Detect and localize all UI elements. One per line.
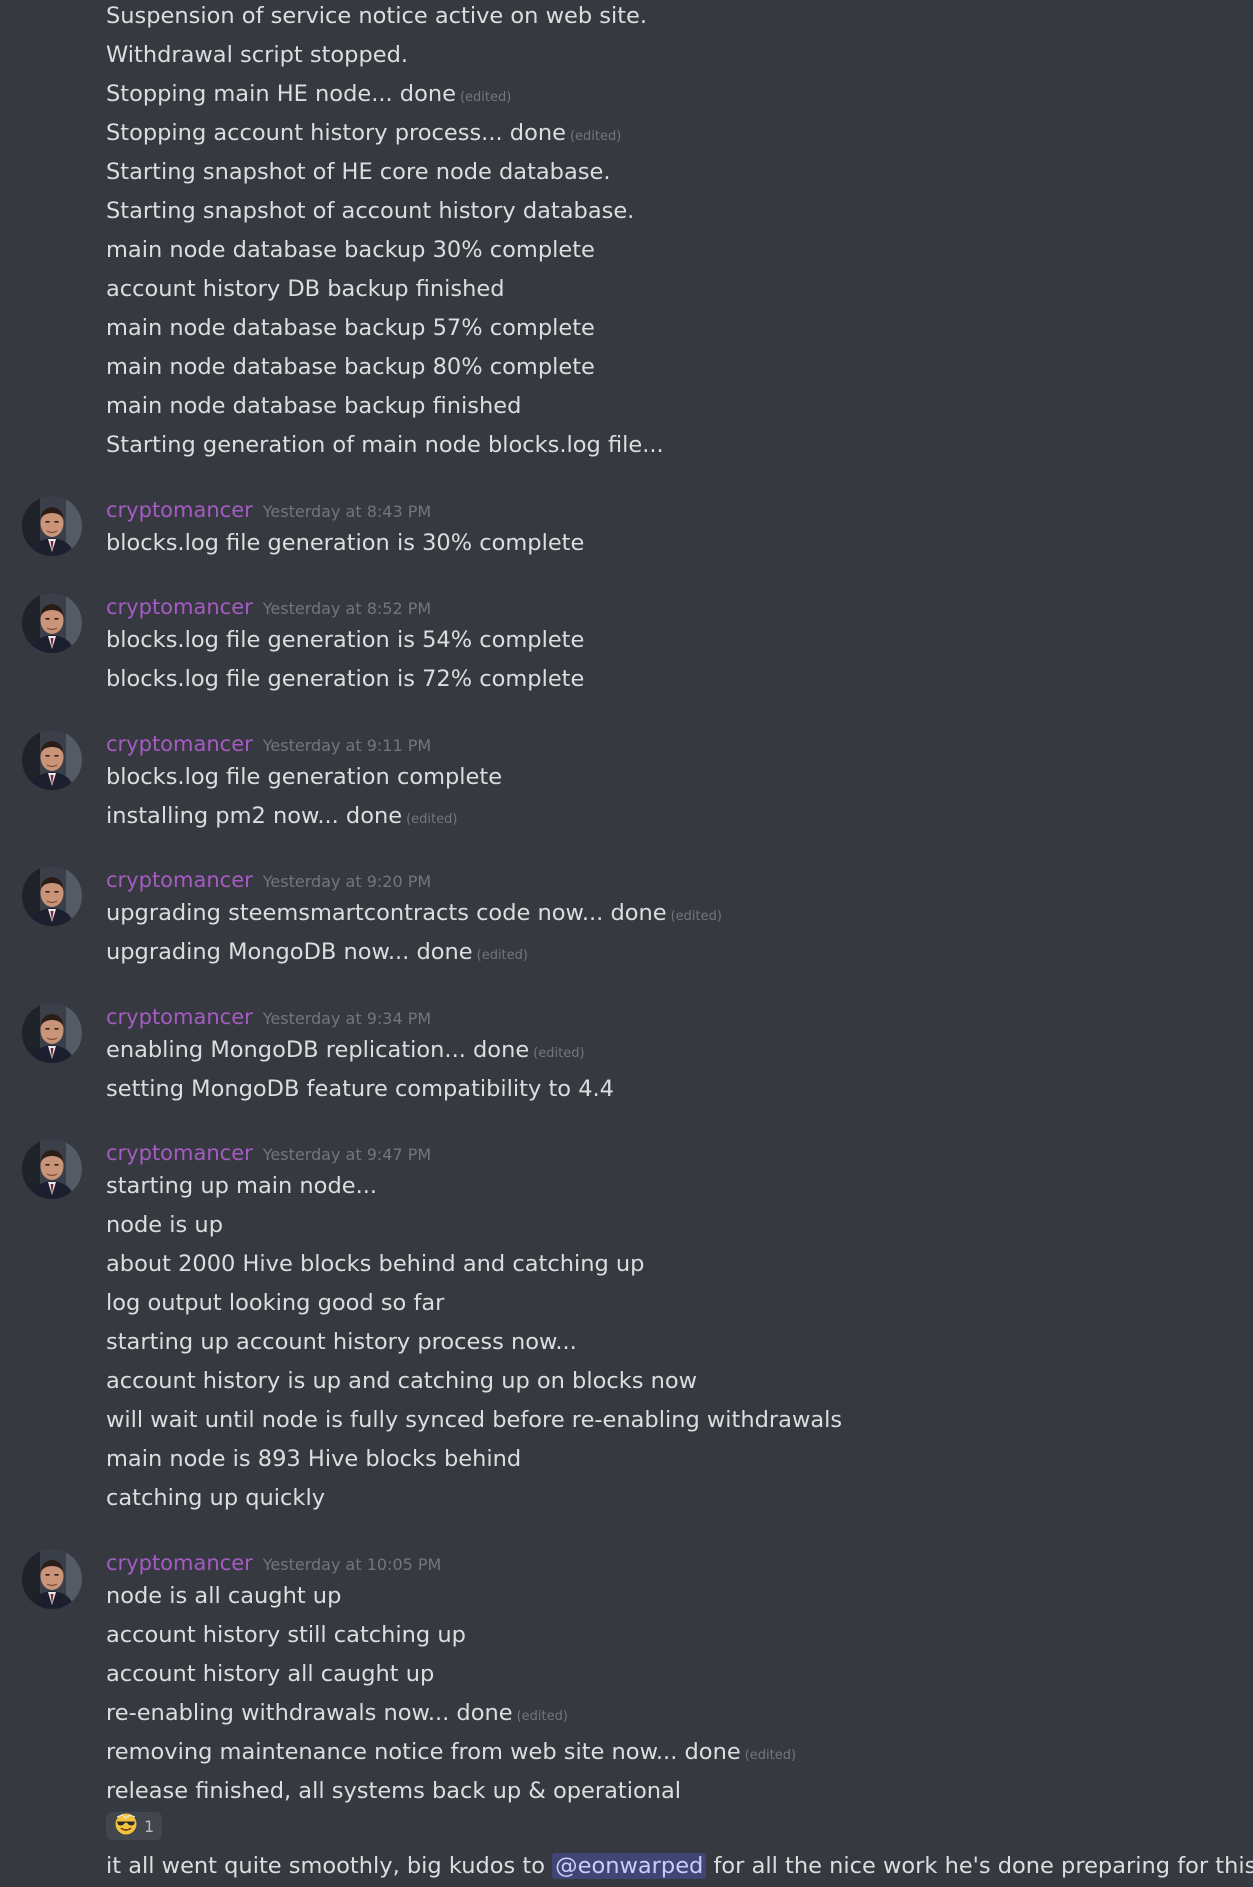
message-line: upgrading MongoDB now... done (edited)	[106, 939, 528, 965]
message-header: cryptomancer Yesterday at 8:43 PM	[106, 495, 431, 525]
edited-tag: (edited)	[459, 90, 512, 105]
timestamp: Yesterday at 10:05 PM	[262, 1555, 442, 1574]
message-line: main node database backup finished	[106, 393, 522, 419]
avatar[interactable]	[22, 1003, 82, 1063]
message-line: starting up main node...	[106, 1173, 378, 1199]
username[interactable]: cryptomancer	[106, 595, 253, 619]
timestamp: Yesterday at 9:34 PM	[262, 1009, 432, 1028]
message-line: account history still catching up	[106, 1622, 466, 1648]
message-line: it all went quite smoothly, big kudos to…	[106, 1853, 1253, 1879]
message-line: installing pm2 now... done (edited)	[106, 803, 458, 829]
edited-tag: (edited)	[744, 1748, 797, 1763]
message-line: will wait until node is fully synced bef…	[106, 1407, 843, 1433]
message-header: cryptomancer Yesterday at 10:05 PM	[106, 1548, 441, 1578]
sunglasses-emoji-icon	[114, 1812, 138, 1840]
edited-tag: (edited)	[406, 812, 458, 827]
message-line: Suspension of service notice active on w…	[106, 3, 648, 29]
username[interactable]: cryptomancer	[106, 498, 253, 522]
message-header: cryptomancer Yesterday at 9:34 PM	[106, 1002, 431, 1032]
message-line: Starting snapshot of account history dat…	[106, 198, 635, 224]
message-line: account history DB backup finished	[106, 276, 505, 302]
message-line: re-enabling withdrawals now... done (edit…	[106, 1700, 568, 1726]
message-line: setting MongoDB feature compatibility to…	[106, 1076, 614, 1102]
message-line: account history all caught up	[106, 1661, 435, 1687]
edited-tag: (edited)	[516, 1709, 568, 1724]
message-line: release finished, all systems back up & …	[106, 1778, 682, 1804]
timestamp: Yesterday at 8:52 PM	[262, 599, 432, 618]
reaction-count: 1	[144, 1816, 155, 1836]
message-header: cryptomancer Yesterday at 9:47 PM	[106, 1138, 431, 1168]
edited-tag: (edited)	[670, 909, 722, 924]
username[interactable]: cryptomancer	[106, 868, 253, 892]
message-line: catching up quickly	[106, 1485, 326, 1511]
message-line: upgrading steemsmartcontracts code now..…	[106, 900, 722, 926]
username[interactable]: cryptomancer	[106, 1141, 253, 1165]
avatar[interactable]	[22, 496, 82, 556]
avatar[interactable]	[22, 1139, 82, 1199]
message-line: node is all caught up	[106, 1583, 342, 1609]
message-line: node is up	[106, 1212, 223, 1238]
reaction-button[interactable]: 1	[106, 1812, 163, 1840]
message-line: main node database backup 57% complete	[106, 315, 595, 341]
message-line: main node is 893 Hive blocks behind	[106, 1446, 522, 1472]
timestamp: Yesterday at 8:43 PM	[262, 502, 432, 521]
message-line: main node database backup 80% complete	[106, 354, 595, 380]
message-line: blocks.log file generation complete	[106, 764, 503, 790]
message-line: Stopping main HE node... done (edited)	[106, 81, 512, 107]
message-line: Withdrawal script stopped.	[106, 42, 409, 68]
message-line: Starting snapshot of HE core node databa…	[106, 159, 611, 185]
avatar[interactable]	[22, 866, 82, 926]
message-line: blocks.log file generation is 30% comple…	[106, 530, 585, 556]
username[interactable]: cryptomancer	[106, 732, 253, 756]
message-line: starting up account history process now.…	[106, 1329, 577, 1355]
message-line: blocks.log file generation is 72% comple…	[106, 666, 585, 692]
message-line: main node database backup 30% complete	[106, 237, 595, 263]
message-line: blocks.log file generation is 54% comple…	[106, 627, 585, 653]
avatar[interactable]	[22, 730, 82, 790]
message-list[interactable]: Suspension of service notice active on w…	[0, 0, 1253, 1887]
message-line: Stopping account history process... done…	[106, 120, 622, 146]
message-header: cryptomancer Yesterday at 9:20 PM	[106, 865, 431, 895]
timestamp: Yesterday at 9:11 PM	[262, 736, 432, 755]
avatar[interactable]	[22, 1549, 82, 1609]
username[interactable]: cryptomancer	[106, 1551, 253, 1575]
timestamp: Yesterday at 9:47 PM	[262, 1145, 432, 1164]
message-line: enabling MongoDB replication... done (edi…	[106, 1037, 585, 1063]
username[interactable]: cryptomancer	[106, 1005, 253, 1029]
user-mention[interactable]: @eonwarped	[552, 1853, 707, 1879]
message-header: cryptomancer Yesterday at 9:11 PM	[106, 729, 431, 759]
message-line: account history is up and catching up on…	[106, 1368, 698, 1394]
timestamp: Yesterday at 9:20 PM	[262, 872, 432, 891]
edited-tag: (edited)	[569, 129, 622, 144]
message-line: removing maintenance notice from web sit…	[106, 1739, 797, 1765]
message-line: log output looking good so far	[106, 1290, 445, 1316]
message-line: about 2000 Hive blocks behind and catchi…	[106, 1251, 645, 1277]
message-line: Starting generation of main node blocks.…	[106, 432, 664, 458]
edited-tag: (edited)	[533, 1046, 585, 1061]
message-header: cryptomancer Yesterday at 8:52 PM	[106, 592, 431, 622]
avatar[interactable]	[22, 593, 82, 653]
edited-tag: (edited)	[476, 948, 528, 963]
